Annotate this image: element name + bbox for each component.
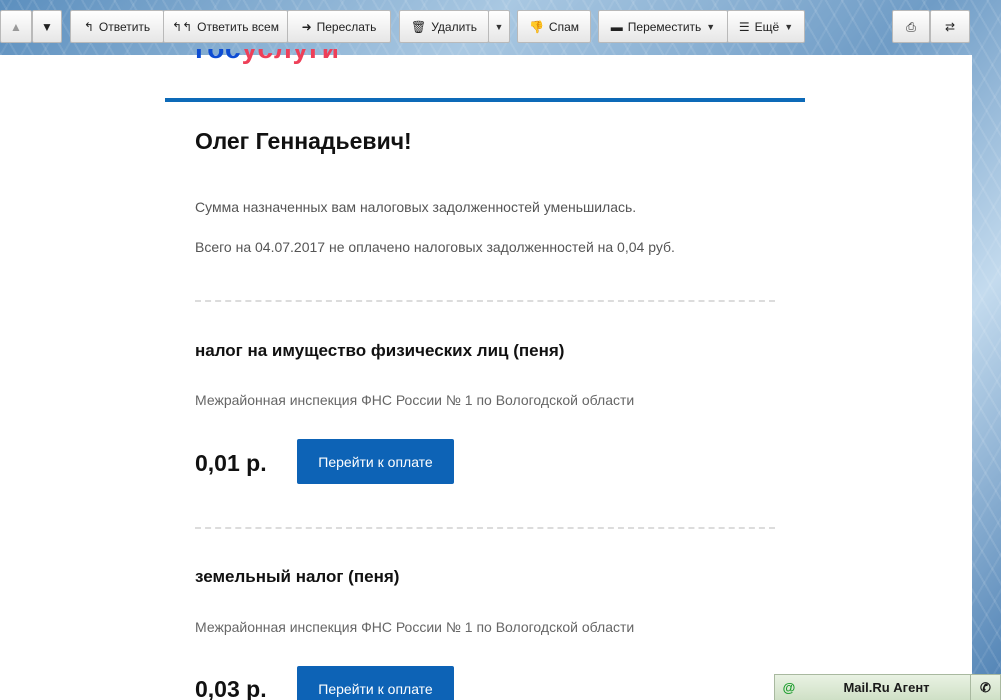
- delete-label: Удалить: [431, 19, 478, 34]
- tax-amount: 0,01 р.: [195, 450, 267, 476]
- debt-total-text: Всего на 04.07.2017 не оплачено налоговы…: [195, 239, 675, 255]
- tax-item-title: земельный налог (пеня): [195, 567, 400, 586]
- menu-icon: ☰: [738, 19, 750, 34]
- reply-icon: ↰: [83, 19, 94, 34]
- tax-inspection-text: Межрайонная инспекция ФНС России № 1 по …: [195, 619, 635, 635]
- spam-label: Спам: [548, 19, 580, 34]
- move-label: Переместить: [627, 19, 702, 34]
- pay-button[interactable]: Перейти к оплате: [297, 666, 454, 700]
- message-toolbar: ▲ ▼ ↰ Ответить ↰↰ Ответить всем ➜ Пересл…: [0, 10, 1001, 44]
- gosuslugi-logo: госуслуги: [195, 49, 340, 64]
- arrow-up-icon: ▲: [10, 19, 22, 34]
- header-divider: [165, 98, 805, 102]
- forward-icon: ➜: [301, 19, 312, 34]
- forward-label: Переслать: [316, 19, 377, 34]
- phone-icon[interactable]: ✆: [970, 674, 1000, 700]
- message-body: госуслуги Олег Геннадьевич! Сумма назнач…: [0, 49, 972, 700]
- move-button[interactable]: ▬ Переместить ▼: [598, 10, 728, 43]
- tax-item-title: налог на имущество физических лиц (пеня): [195, 341, 565, 360]
- chevron-down-icon: ▼: [494, 21, 504, 32]
- pay-button[interactable]: Перейти к оплате: [297, 439, 454, 484]
- reply-all-icon: ↰↰: [172, 19, 193, 34]
- tax-amount: 0,03 р.: [195, 676, 267, 700]
- previous-message-button[interactable]: ▲: [0, 10, 32, 43]
- mailru-agent-bar[interactable]: @ Mail.Ru Агент ✆: [774, 674, 1001, 700]
- reply-label: Ответить: [98, 19, 151, 34]
- reply-all-label: Ответить всем: [197, 19, 279, 34]
- reply-button[interactable]: ↰ Ответить: [70, 10, 164, 43]
- printer-icon: ⎙: [906, 19, 916, 34]
- forward-button[interactable]: ➜ Переслать: [287, 10, 391, 43]
- thumbs-down-icon: 👎: [528, 19, 544, 34]
- folder-icon: ▬: [610, 19, 623, 34]
- delete-button[interactable]: 🗑 Удалить: [399, 10, 489, 43]
- translate-icon: ⇄: [944, 19, 956, 34]
- chevron-down-icon: ▼: [706, 21, 716, 32]
- section-divider: [195, 300, 775, 302]
- arrow-down-icon: ▼: [41, 19, 53, 34]
- agent-at-icon: @: [782, 680, 796, 695]
- more-button[interactable]: ☰ Ещё ▼: [727, 10, 805, 43]
- spam-button[interactable]: 👎 Спам: [517, 10, 591, 43]
- trash-icon: 🗑: [410, 19, 427, 34]
- translate-button[interactable]: ⇄: [930, 10, 970, 43]
- chevron-down-icon: ▼: [784, 21, 794, 32]
- delete-options-button[interactable]: ▼: [488, 10, 510, 43]
- reply-all-button[interactable]: ↰↰ Ответить всем: [163, 10, 288, 43]
- agent-title: Mail.Ru Агент: [843, 680, 930, 695]
- debt-decreased-text: Сумма назначенных вам налоговых задолжен…: [195, 199, 637, 215]
- section-divider: [195, 527, 775, 529]
- more-label: Ещё: [754, 19, 780, 34]
- print-button[interactable]: ⎙: [892, 10, 930, 43]
- greeting-heading: Олег Геннадьевич!: [195, 128, 412, 154]
- next-message-button[interactable]: ▼: [32, 10, 62, 43]
- tax-inspection-text: Межрайонная инспекция ФНС России № 1 по …: [195, 392, 635, 408]
